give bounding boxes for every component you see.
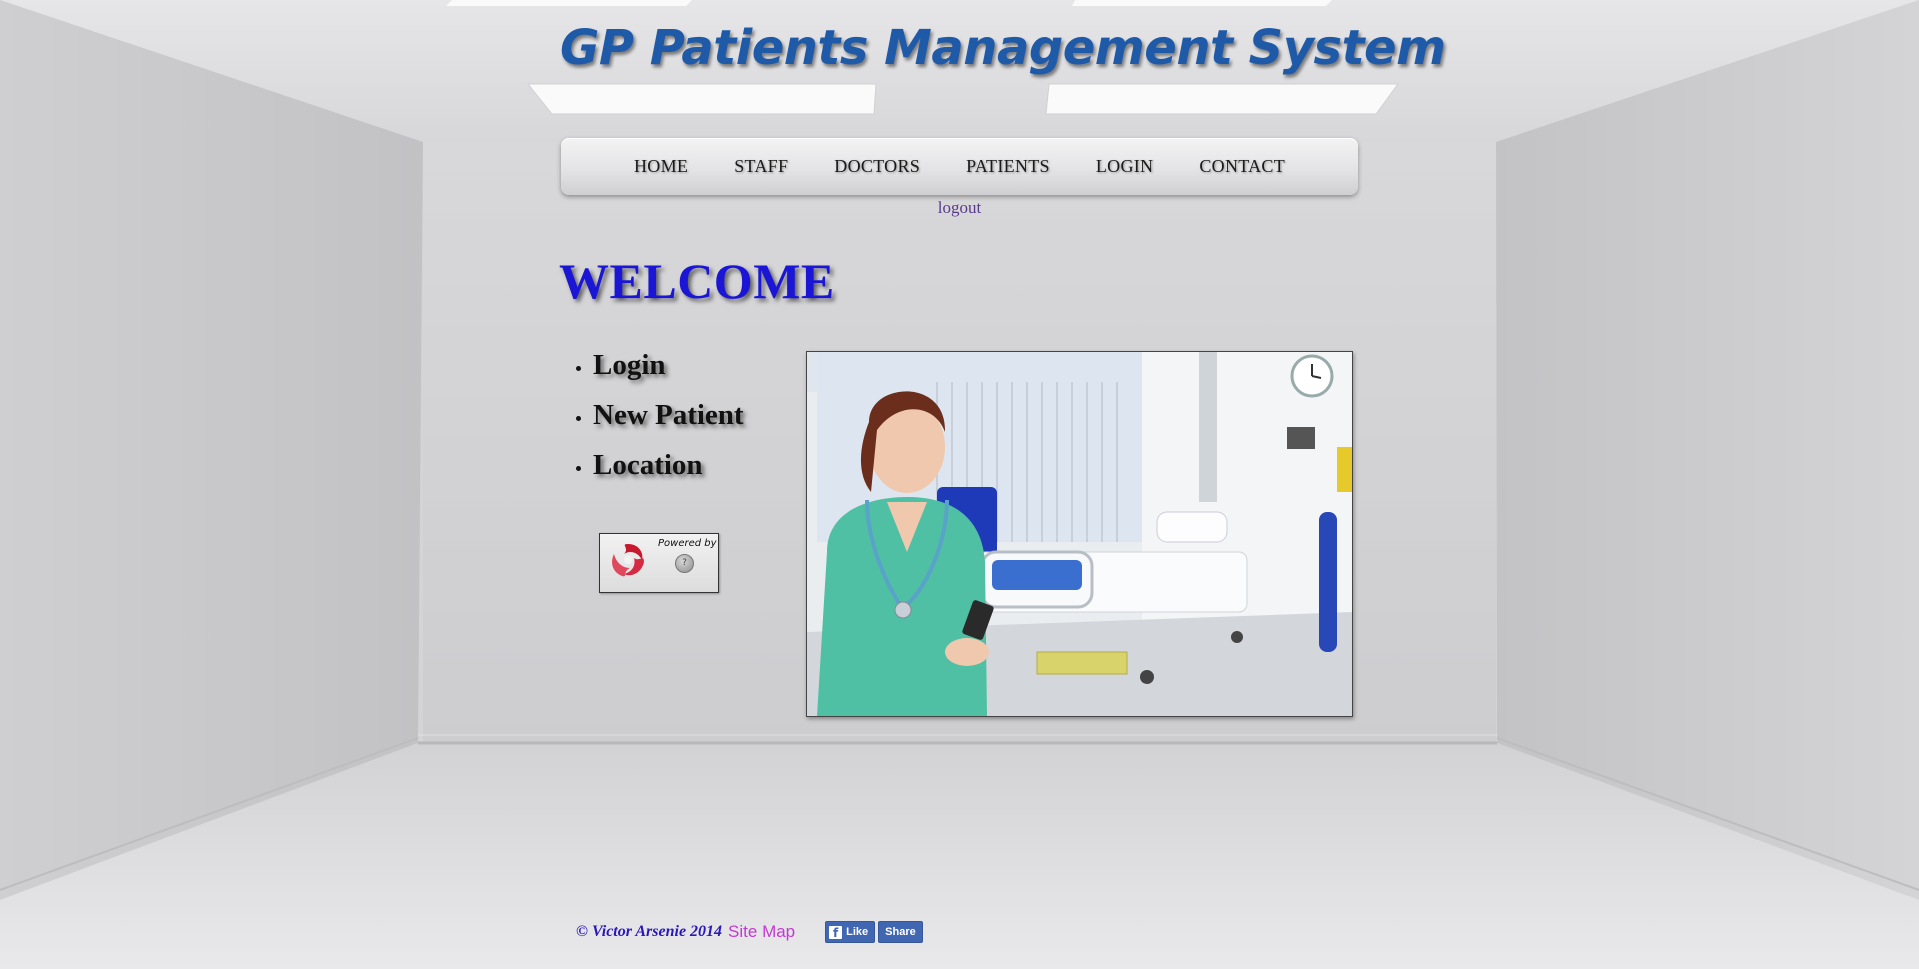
- logout-link[interactable]: logout: [938, 198, 981, 217]
- powered-by-badge[interactable]: Powered by ?: [599, 533, 719, 593]
- link-new-patient-label: New Patient: [593, 398, 744, 431]
- facebook-share-label: Share: [885, 926, 916, 938]
- link-new-patient[interactable]: New Patient: [576, 390, 744, 440]
- quick-links: Login New Patient Location: [576, 340, 744, 490]
- nav-item-staff[interactable]: STAFF: [711, 156, 811, 177]
- nav-item-doctors[interactable]: DOCTORS: [811, 156, 943, 177]
- logout-row: logout: [0, 198, 1919, 218]
- footer: © Victor Arsenie 2014 Site Map f Like Sh…: [576, 921, 923, 943]
- site-title: GP Patients Management System: [560, 20, 1446, 76]
- link-login[interactable]: Login: [576, 340, 744, 390]
- welcome-heading: WELCOME: [559, 253, 835, 309]
- link-location-label: Location: [593, 448, 703, 481]
- nav-item-contact[interactable]: CONTACT: [1176, 156, 1308, 177]
- copyright-text: © Victor Arsenie 2014: [576, 923, 723, 940]
- nav-item-home[interactable]: HOME: [611, 156, 711, 177]
- bullet-icon: [576, 465, 581, 471]
- bullet-icon: [576, 415, 581, 421]
- nav-item-patients[interactable]: PATIENTS: [943, 156, 1073, 177]
- link-login-label: Login: [593, 348, 666, 381]
- nav-item-login[interactable]: LOGIN: [1073, 156, 1177, 177]
- hospital-photo: [806, 351, 1353, 717]
- facebook-like-button[interactable]: f Like: [825, 921, 876, 943]
- facebook-share-button[interactable]: Share: [878, 921, 923, 943]
- link-location[interactable]: Location: [576, 440, 744, 490]
- powered-by-text: Powered by: [658, 538, 717, 549]
- main-navigation: HOME STAFF DOCTORS PATIENTS LOGIN CONTAC…: [561, 138, 1358, 195]
- help-dot-icon: ?: [675, 554, 694, 573]
- sitemap-link[interactable]: Site Map: [728, 922, 795, 942]
- facebook-like-label: Like: [846, 926, 869, 938]
- facebook-icon: f: [829, 925, 843, 940]
- bullet-icon: [576, 365, 581, 371]
- swirl-logo-icon: [612, 544, 644, 577]
